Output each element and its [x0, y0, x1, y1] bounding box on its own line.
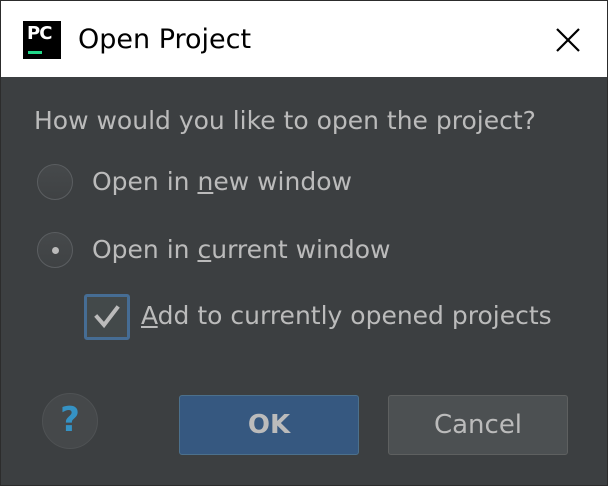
checkbox-label-text: dd to currently opened projects: [157, 301, 552, 330]
option-current-window[interactable]: Open in current window: [37, 231, 557, 271]
radio-new-window[interactable]: [37, 164, 73, 200]
add-to-opened-projects-row[interactable]: Add to currently opened projects: [84, 294, 584, 344]
option-new-window-mnemonic: n: [197, 167, 214, 196]
option-new-window-text-a: Open in: [92, 167, 198, 196]
radio-selected-dot: [52, 247, 59, 254]
close-button[interactable]: [547, 19, 589, 61]
add-to-opened-projects-checkbox[interactable]: [84, 294, 130, 340]
option-new-window-text-b: ew window: [213, 167, 352, 196]
ok-button[interactable]: OK: [179, 395, 359, 455]
question-label: How would you like to open the project?: [34, 106, 536, 135]
option-current-window-text-b: urrent window: [211, 235, 391, 264]
pycharm-logo-icon: PC: [23, 21, 61, 59]
app-icon-text: PC: [27, 23, 52, 44]
option-new-window[interactable]: Open in new window: [37, 163, 557, 203]
option-current-window-label: Open in current window: [92, 233, 390, 267]
add-to-opened-projects-label: Add to currently opened projects: [141, 299, 552, 333]
dialog-content: How would you like to open the project? …: [1, 77, 607, 485]
app-icon-underline: [28, 51, 42, 54]
radio-current-window[interactable]: [37, 232, 73, 268]
title-bar: PC Open Project: [1, 1, 607, 77]
close-icon: [556, 28, 580, 52]
checkmark-icon: [94, 305, 120, 329]
option-new-window-label: Open in new window: [92, 165, 352, 199]
help-button[interactable]: ?: [42, 393, 98, 449]
cancel-button[interactable]: Cancel: [388, 395, 568, 455]
window-title: Open Project: [78, 24, 252, 55]
option-current-window-mnemonic: c: [197, 235, 212, 264]
open-project-dialog: PC Open Project How would you like to op…: [0, 0, 608, 486]
help-icon: ?: [60, 400, 80, 440]
option-current-window-text-a: Open in: [92, 235, 198, 264]
checkbox-mnemonic: A: [141, 301, 158, 330]
